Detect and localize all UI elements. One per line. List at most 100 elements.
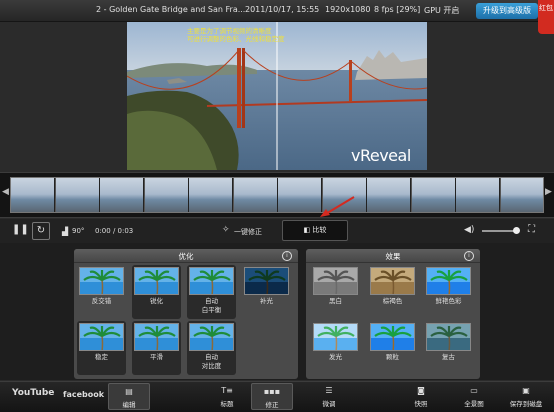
tab-title[interactable]: T≡ 标题	[206, 383, 248, 410]
effects-panel: 效果 i 黑白 棕褐色 鲜艳色彩发光 颗粒 复古	[306, 249, 480, 379]
info-icon[interactable]: i	[464, 251, 474, 261]
optimize-tile[interactable]: 锐化	[132, 265, 181, 319]
palm-thumbnail	[135, 268, 178, 294]
palm-thumbnail	[190, 324, 233, 350]
effects-tile[interactable]: 黑白	[311, 265, 360, 319]
filmstrip-right-icon[interactable]: ▶	[545, 187, 552, 197]
palm-thumbnail	[371, 324, 414, 350]
optimize-thumbnail	[244, 267, 289, 295]
optimize-thumbnail	[134, 267, 179, 295]
video-fps: 8 fps [29%]	[374, 5, 421, 14]
optimize-tile[interactable]: 稳定	[77, 321, 126, 375]
video-resolution: 1920x1080	[325, 5, 371, 14]
tab-panorama[interactable]: ▭ 全景图	[453, 383, 495, 410]
replay-icon[interactable]: ↻	[32, 222, 50, 240]
pause-icon[interactable]: ❚❚	[12, 224, 29, 235]
youtube-share-button[interactable]: YouTube	[12, 388, 54, 398]
filmstrip-frame[interactable]	[367, 178, 411, 212]
tab-label: 保存到磁盘	[509, 400, 543, 408]
filmstrip-frame[interactable]	[55, 178, 100, 212]
optimize-tile[interactable]: 自动 白平衡	[187, 265, 236, 319]
optimize-thumbnail	[189, 323, 234, 351]
filmstrip-frame[interactable]	[144, 178, 189, 212]
rotate-label[interactable]: 90°	[72, 227, 84, 235]
compare-button[interactable]: ◧ 比较	[282, 220, 348, 241]
time-display: 0:00 / 0:03	[95, 227, 134, 235]
filmstrip-frame[interactable]	[100, 178, 144, 212]
effects-thumbnail	[370, 323, 415, 351]
optimize-tile[interactable]: 平滑	[132, 321, 181, 375]
optimize-thumbnail	[79, 323, 124, 351]
tab-save-disk[interactable]: ▣ 保存到磁盘	[505, 383, 547, 410]
rotate-icon[interactable]: ▟	[62, 227, 68, 236]
effects-thumbnail	[370, 267, 415, 295]
fullscreen-icon[interactable]: ⛶	[528, 224, 535, 235]
volume-slider-thumb[interactable]	[513, 227, 520, 234]
effects-thumbnail	[313, 323, 358, 351]
palm-thumbnail	[190, 268, 233, 294]
effects-tile[interactable]: 复古	[424, 321, 473, 375]
filmstrip-frame[interactable]	[411, 178, 456, 212]
effects-tile-label: 黑白	[329, 297, 342, 305]
effects-tile[interactable]: 颗粒	[368, 321, 417, 375]
auto-fix-button[interactable]: 一键修正	[234, 227, 262, 237]
optimize-tile-label: 反交错	[91, 297, 112, 305]
effects-tile[interactable]: 鲜艳色彩	[424, 265, 473, 319]
edit-icon: ▤	[125, 387, 133, 396]
optimize-panel-header: 优化 i	[74, 249, 298, 263]
video-preview[interactable]: 主要是为了调节视频的清晰度 可进行调整的色彩、光线和稳定度 vReveal	[127, 22, 427, 170]
filmstrip-frame[interactable]	[456, 178, 500, 212]
tab-label: 修正	[265, 401, 279, 409]
red-arrow-annotation	[320, 196, 355, 217]
tab-label: 微调	[322, 400, 336, 408]
optimize-tile-label: 平滑	[150, 353, 163, 361]
tab-label: 全景图	[464, 400, 484, 408]
optimize-tile[interactable]: 补光	[242, 265, 291, 319]
magic-wand-icon[interactable]: ✧	[222, 225, 230, 235]
tab-camera[interactable]: ◙ 快照	[400, 383, 442, 410]
video-filename: 2 - Golden Gate Bridge and San Fra...	[96, 5, 246, 14]
optimize-thumbnail	[134, 323, 179, 351]
info-icon[interactable]: i	[282, 251, 292, 261]
optimize-thumbnail	[79, 267, 124, 295]
filmstrip-frame[interactable]	[11, 178, 55, 212]
vreveal-logo: vReveal	[351, 146, 411, 165]
effects-tile[interactable]: 棕褐色	[368, 265, 417, 319]
effects-panel-header: 效果 i	[306, 249, 480, 263]
optimize-panel-title: 优化	[178, 252, 194, 261]
palm-thumbnail	[427, 324, 470, 350]
effects-tile[interactable]: 发光	[311, 321, 360, 375]
tab-edit[interactable]: ▤ 编辑	[108, 383, 150, 410]
optimize-tile-label: 自动 对比度	[201, 353, 222, 370]
optimize-thumbnail	[189, 267, 234, 295]
filmstrip-frames[interactable]	[10, 177, 544, 213]
tab-tune[interactable]: ☰ 微调	[308, 383, 350, 410]
filmstrip[interactable]: ◀ ▶	[0, 172, 554, 218]
palm-thumbnail	[135, 324, 178, 350]
tab-fix[interactable]: ▪▪▪ 修正	[251, 383, 293, 410]
title-icon: T≡	[221, 386, 233, 395]
red-packet-badge[interactable]: 红包	[538, 0, 554, 34]
optimize-tile[interactable]: 反交错	[77, 265, 126, 319]
filmstrip-frame[interactable]	[500, 178, 543, 212]
effects-tile-label: 鲜艳色彩	[435, 297, 462, 305]
optimize-panel: 优化 i 反交错 锐化 自动 白平衡 补光稳定 平滑 自动 对比度	[74, 249, 298, 379]
panorama-icon: ▭	[470, 386, 478, 395]
filmstrip-frame[interactable]	[233, 178, 278, 212]
filmstrip-left-icon[interactable]: ◀	[2, 187, 9, 197]
tab-label: 快照	[414, 400, 428, 408]
facebook-share-button[interactable]: facebook	[63, 390, 104, 399]
compare-label: 比较	[312, 226, 327, 234]
upgrade-button[interactable]: 升级到高级版	[476, 3, 538, 19]
effects-tile-label: 棕褐色	[382, 297, 403, 305]
effects-thumbnail	[313, 267, 358, 295]
optimize-tile-label: 补光	[260, 297, 273, 305]
effects-tile-label: 颗粒	[386, 353, 399, 361]
title-bar: 2 - Golden Gate Bridge and San Fra... 20…	[0, 0, 554, 22]
filmstrip-frame[interactable]	[189, 178, 233, 212]
volume-icon[interactable]: ◀)	[464, 225, 474, 235]
optimize-tile[interactable]: 自动 对比度	[187, 321, 236, 375]
filmstrip-frame[interactable]	[278, 178, 322, 212]
save-disk-icon: ▣	[522, 386, 530, 395]
palm-thumbnail	[245, 268, 288, 294]
